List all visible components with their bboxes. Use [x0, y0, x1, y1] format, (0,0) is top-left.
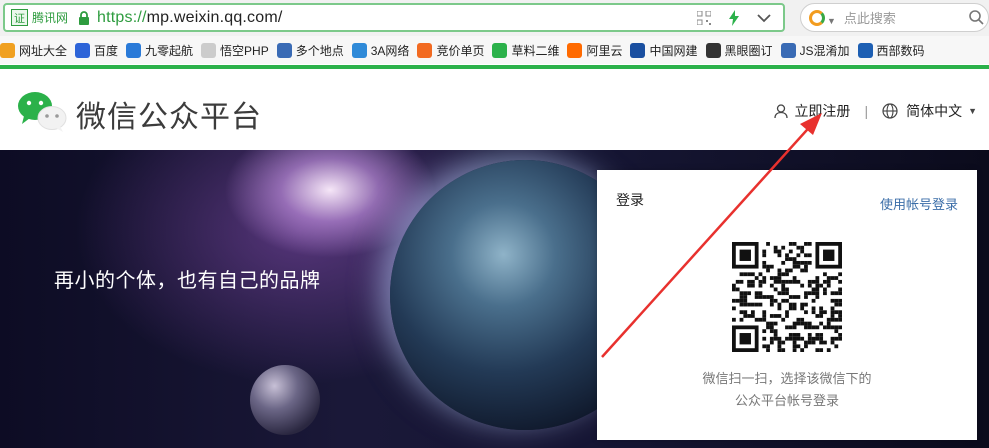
certificate-icon: 证 [11, 9, 28, 26]
bookmark-item[interactable]: 百度 [75, 40, 118, 60]
baidu-paw-icon [75, 42, 91, 58]
aliyun-icon [567, 42, 583, 58]
language-selector[interactable]: 简体中文 ▼ [882, 101, 977, 121]
bookmark-item[interactable]: 黑眼圈订 [705, 40, 773, 60]
caret-down-icon: ▼ [968, 106, 977, 116]
bookmark-item[interactable]: 网址大全 [0, 40, 67, 60]
url-protocol: https:// [97, 8, 147, 26]
bookmark-label: 黑眼圈订 [724, 43, 773, 58]
qr-code-icon[interactable] [695, 9, 713, 27]
url-text[interactable]: https://mp.weixin.qq.com/ [97, 9, 283, 27]
bookmark-label: 多个地点 [295, 43, 344, 58]
brand-title: 微信公众平台 [76, 100, 262, 134]
bookmark-item[interactable]: 多个地点 [276, 40, 344, 60]
bookmark-item[interactable]: 九零起航 [126, 40, 193, 60]
hero-slogan: 再小的个体，也有自己的品牌 [54, 270, 321, 292]
globe-icon [0, 42, 15, 58]
register-label: 立即注册 [794, 103, 851, 119]
language-label: 简体中文 [906, 103, 963, 119]
user-icon [774, 103, 789, 119]
login-title: 登录 [616, 192, 644, 208]
bookmark-blue-icon [276, 42, 292, 58]
bookmark-item[interactable]: 悟空PHP [201, 40, 269, 60]
bookmark-label: 阿里云 [586, 43, 623, 58]
bookmark-item[interactable]: 3A网络 [351, 40, 410, 60]
bookmark-label: 悟空PHP [220, 43, 269, 58]
caret-down-icon[interactable]: ▼ [827, 16, 836, 26]
moon-illustration [250, 365, 320, 435]
bookmark-label: 百度 [94, 43, 119, 58]
address-bar[interactable]: 证 腾讯网 https://mp.weixin.qq.com/ [3, 3, 785, 32]
bookmark-item[interactable]: 西部数码 [857, 40, 925, 60]
wechat-logo-icon [16, 89, 68, 138]
brand[interactable]: 微信公众平台 [16, 89, 262, 138]
bookmark-label: 3A网络 [370, 43, 410, 58]
3a-logo-icon [351, 42, 367, 58]
certificate-owner: 腾讯网 [32, 11, 69, 25]
site-certificate[interactable]: 证 腾讯网 [11, 9, 68, 27]
register-link[interactable]: 立即注册 [774, 101, 850, 121]
bookmark-label: JS混淆加 [799, 43, 850, 58]
search-engine-logo-icon[interactable] [809, 9, 825, 26]
login-tip-line2: 公众平台帐号登录 [734, 393, 839, 408]
browser-search-box[interactable]: ▼ 点此搜索 [800, 3, 989, 32]
taobao-icon [417, 42, 433, 58]
bookmark-label: 中国网建 [649, 43, 698, 58]
qr-green-icon [492, 42, 508, 58]
login-qr-code [732, 242, 842, 352]
web-icon [630, 42, 646, 58]
account-login-link[interactable]: 使用帐号登录 [880, 194, 958, 213]
login-tip-line1: 微信扫一扫，选择该微信下的 [702, 371, 872, 386]
header-separator: | [864, 103, 869, 119]
west-icon [857, 42, 873, 58]
bookmark-item[interactable]: 草料二维 [492, 40, 559, 60]
bookmark-item[interactable]: 竞价单页 [417, 40, 484, 60]
bookmark-item[interactable]: 中国网建 [630, 40, 698, 60]
bookmarks-bar: 网址大全 百度 九零起航 悟空PHP 多个地点 3A网络 竞价单页 草料二维 阿里云 中国网建 黑眼… [0, 36, 989, 64]
search-icon[interactable] [968, 9, 984, 30]
url-host: mp.weixin.qq.com/ [146, 8, 283, 26]
lock-icon [77, 10, 91, 26]
bookmark-item[interactable]: JS混淆加 [780, 40, 850, 60]
bookmark-blue-icon [780, 42, 796, 58]
site-header: 微信公众平台 立即注册 | 简体中文 ▼ [0, 69, 989, 150]
login-tip: 微信扫一扫，选择该微信下的 公众平台帐号登录 [597, 368, 977, 412]
search-input[interactable]: 点此搜索 [844, 8, 896, 27]
chevron-down-icon[interactable] [755, 9, 773, 27]
bookmark-label: 九零起航 [145, 43, 194, 58]
eye-icon [705, 42, 721, 58]
browser-toolbar: 证 腾讯网 https://mp.weixin.qq.com/ ▼ 点此搜索 [0, 0, 989, 36]
login-panel: 登录 使用帐号登录 微信扫一扫，选择该微信下的 公众平台帐号登录 [597, 170, 977, 440]
bookmark-label: 竞价单页 [436, 43, 485, 58]
lightning-icon[interactable] [725, 9, 743, 27]
bookmark-item[interactable]: 阿里云 [567, 40, 622, 60]
bookmark-label: 网址大全 [19, 43, 68, 58]
bookmark-label: 草料二维 [511, 43, 560, 58]
globe-icon [882, 103, 898, 119]
page-icon [201, 42, 217, 58]
jiuling-icon [126, 42, 142, 58]
bookmark-label: 西部数码 [876, 43, 925, 58]
